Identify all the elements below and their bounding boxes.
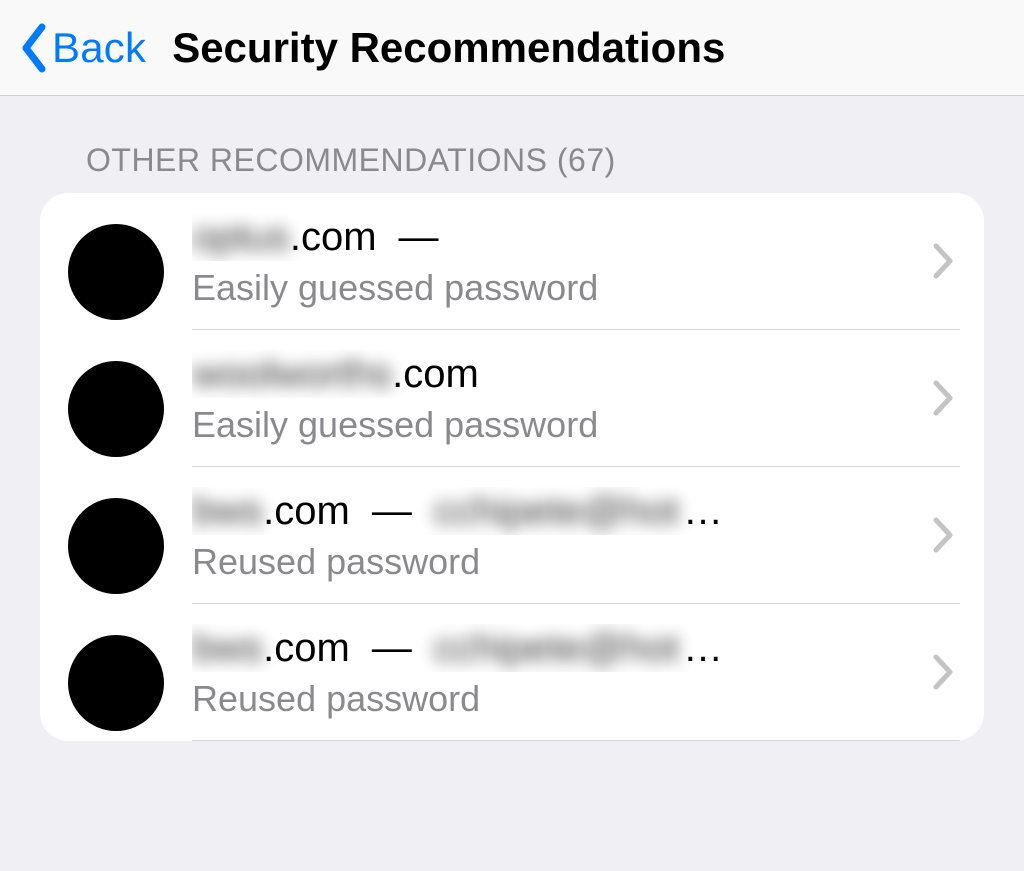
row-subtitle: Easily guessed password [192, 267, 914, 309]
back-label: Back [52, 24, 146, 72]
row-text: bws.com — cchipete@hot… Reused password [192, 487, 914, 583]
chevron-right-icon [932, 653, 954, 691]
page-title: Security Recommendations [172, 24, 725, 72]
username-redacted: cchipete@hot [434, 487, 679, 535]
navigation-bar: Back Security Recommendations [0, 0, 1024, 96]
domain-name-redacted: bws [192, 487, 263, 535]
row-title: bws.com — cchipete@hot… [192, 487, 914, 535]
chevron-left-icon [20, 23, 48, 73]
row-title: bws.com — cchipete@hot… [192, 624, 914, 672]
row-body: bws.com — cchipete@hot… Reused password [192, 487, 960, 604]
title-separator: — [372, 487, 412, 535]
site-avatar [68, 361, 164, 457]
row-body: woolworths.com Easily guessed password [192, 350, 960, 467]
row-subtitle: Reused password [192, 678, 914, 720]
section-header-label: OTHER RECOMMENDATIONS [86, 142, 547, 178]
row-body: optus.com — Easily guessed password [192, 213, 960, 330]
recommendations-list: optus.com — Easily guessed password wool… [40, 193, 984, 741]
title-ellipsis: … [683, 487, 723, 535]
site-avatar [68, 635, 164, 731]
row-subtitle: Easily guessed password [192, 404, 914, 446]
site-avatar [68, 498, 164, 594]
site-avatar [68, 224, 164, 320]
row-title: woolworths.com [192, 350, 914, 398]
back-button[interactable]: Back [20, 23, 146, 73]
row-text: optus.com — Easily guessed password [192, 213, 914, 309]
recommendation-row[interactable]: optus.com — Easily guessed password [40, 193, 984, 330]
domain-suffix: .com [263, 487, 350, 535]
chevron-right-icon [932, 379, 954, 417]
recommendation-row[interactable]: bws.com — cchipete@hot… Reused password [40, 604, 984, 741]
domain-name-redacted: woolworths [192, 350, 392, 398]
row-body: bws.com — cchipete@hot… Reused password [192, 624, 960, 741]
row-title: optus.com — [192, 213, 914, 261]
domain-suffix: .com [290, 213, 377, 261]
section-count: 67 [568, 142, 605, 178]
recommendation-row[interactable]: woolworths.com Easily guessed password [40, 330, 984, 467]
chevron-right-icon [932, 242, 954, 280]
domain-name-redacted: bws [192, 624, 263, 672]
domain-suffix: .com [392, 350, 479, 398]
row-subtitle: Reused password [192, 541, 914, 583]
title-separator: — [399, 213, 439, 261]
section-header: OTHER RECOMMENDATIONS (67) [86, 142, 984, 179]
domain-name-redacted: optus [192, 213, 290, 261]
row-text: woolworths.com Easily guessed password [192, 350, 914, 446]
chevron-right-icon [932, 516, 954, 554]
title-separator: — [372, 624, 412, 672]
domain-suffix: .com [263, 624, 350, 672]
username-redacted: cchipete@hot [434, 624, 679, 672]
recommendation-row[interactable]: bws.com — cchipete@hot… Reused password [40, 467, 984, 604]
title-ellipsis: … [683, 624, 723, 672]
row-text: bws.com — cchipete@hot… Reused password [192, 624, 914, 720]
